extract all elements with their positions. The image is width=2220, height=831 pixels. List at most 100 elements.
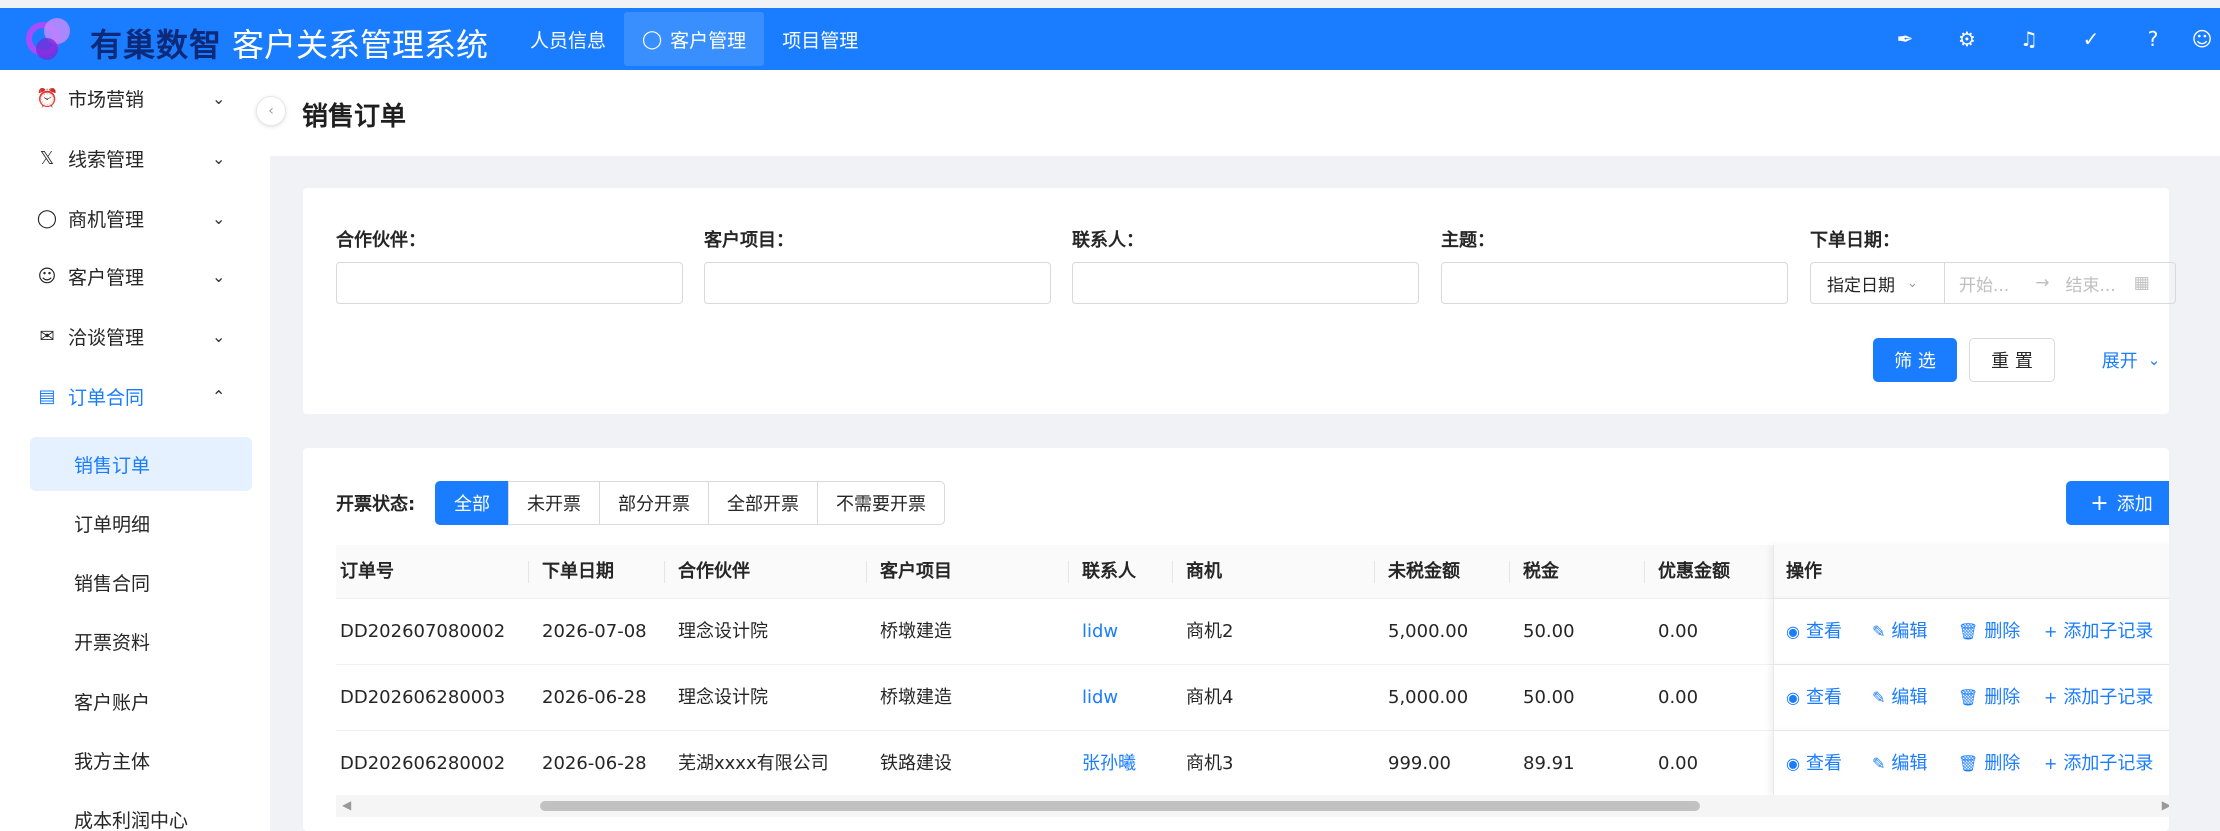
sidebar-subitem-sales-orders[interactable]: 销售订单: [30, 437, 252, 491]
add-order-button[interactable]: + 添加: [2066, 481, 2169, 525]
edit-button[interactable]: ✎ 编辑: [1872, 665, 1927, 731]
cell-order-date: 2026-06-28: [542, 753, 647, 774]
brand[interactable]: 有巢数智: [22, 14, 221, 64]
cell-discount: 0.00: [1658, 687, 1699, 708]
col-partner[interactable]: 合作伙伴: [664, 545, 750, 599]
col-label: 客户项目: [880, 561, 952, 582]
chevron-down-icon: ⌄: [212, 266, 226, 286]
nav-customer-management[interactable]: ◯ 客户管理: [624, 12, 765, 66]
document-icon: ▤: [38, 385, 56, 407]
sidebar-subitem-invoice-info[interactable]: 开票资料: [30, 614, 252, 668]
action-label: 删除: [1984, 753, 2021, 774]
col-project[interactable]: 客户项目: [866, 545, 952, 599]
cell-order-no: DD202607080002: [340, 621, 506, 642]
user-icon[interactable]: ☺: [2184, 27, 2220, 51]
scrollbar-thumb[interactable]: [540, 801, 1700, 811]
delete-button[interactable]: 🗑 删除: [1958, 665, 2020, 731]
scroll-right-icon[interactable]: ▶: [2162, 798, 2169, 812]
page-header: 销售订单: [270, 70, 2220, 156]
date-start-input[interactable]: 开始...: [1959, 271, 2009, 296]
broom-icon[interactable]: ✒: [1874, 27, 1936, 51]
sidebar-subitem-customer-accounts[interactable]: 客户账户: [30, 674, 252, 728]
col-untaxed-amount[interactable]: 未税金额: [1374, 545, 1460, 599]
view-button[interactable]: ◉ 查看: [1786, 665, 1842, 731]
add-subrecord-button[interactable]: + 添加子记录: [2044, 599, 2153, 665]
help-icon[interactable]: ?: [2122, 27, 2184, 51]
cell-contact-link[interactable]: lidw: [1078, 665, 1118, 731]
horizontal-scrollbar[interactable]: ◀ ▶: [336, 795, 2169, 817]
cell-order-date: 2026-07-08: [542, 621, 647, 642]
date-type-select[interactable]: 指定日期 ⌄: [1811, 263, 1945, 303]
date-end-input[interactable]: 结束...: [2065, 271, 2115, 296]
invoice-status-partial[interactable]: 部分开票: [599, 481, 709, 525]
invoice-status-not-required[interactable]: 不需要开票: [817, 481, 945, 525]
project-input[interactable]: [704, 262, 1051, 304]
sidebar-subitem-sales-contracts[interactable]: 销售合同: [30, 555, 252, 609]
trash-icon: 🗑: [1958, 688, 1979, 707]
delete-button[interactable]: 🗑 删除: [1958, 599, 2020, 665]
invoice-status-not-invoiced[interactable]: 未开票: [508, 481, 600, 525]
col-order-date[interactable]: 下单日期: [528, 545, 614, 599]
sidebar: ⏰ 市场营销 ⌄ 𝕏 线索管理 ⌄ ◯ 商机管理 ⌄ ☺ 客户管理 ⌄ ✉ 洽谈管理 ⌄ ▤ 订单合同…: [0, 70, 270, 831]
gear-icon[interactable]: ⚙: [1936, 27, 1998, 51]
sidebar-item-leads[interactable]: 𝕏 线索管理 ⌄: [0, 130, 270, 186]
contact-input[interactable]: [1072, 262, 1419, 304]
invoice-status-full[interactable]: 全部开票: [708, 481, 818, 525]
sidebar-subitem-cost-profit-center[interactable]: 成本利润中心: [30, 792, 252, 831]
sidebar-item-opportunities[interactable]: ◯ 商机管理 ⌄: [0, 190, 270, 246]
view-button[interactable]: ◉ 查看: [1786, 599, 1842, 665]
reset-button[interactable]: 重 置: [1969, 338, 2055, 382]
sidebar-item-customers[interactable]: ☺ 客户管理 ⌄: [0, 248, 270, 304]
col-order-no[interactable]: 订单号: [336, 545, 394, 599]
subject-input[interactable]: [1441, 262, 1788, 304]
col-label: 合作伙伴: [678, 561, 750, 582]
user-icon: ☺: [37, 265, 57, 287]
nav-label: 人员信息: [530, 29, 607, 52]
invoice-status-all[interactable]: 全部: [435, 481, 509, 525]
system-title: 客户关系管理系统: [232, 26, 489, 64]
nav-project-management[interactable]: 项目管理: [764, 12, 876, 66]
cell-partner: 理念设计院: [678, 687, 768, 708]
sidebar-collapse-button[interactable]: ‹: [256, 96, 286, 126]
nav-personnel-info[interactable]: 人员信息: [512, 12, 624, 66]
alarm-icon: ⏰: [36, 87, 59, 109]
edit-button[interactable]: ✎ 编辑: [1872, 599, 1927, 665]
calendar-icon[interactable]: ▦: [2134, 273, 2150, 293]
action-label: 添加子记录: [2063, 753, 2154, 774]
col-opportunity[interactable]: 商机: [1172, 545, 1222, 599]
sidebar-item-orders-contracts[interactable]: ▤ 订单合同 ⌃: [0, 368, 270, 424]
cell-tax: 89.91: [1523, 753, 1575, 774]
chat-icon: ✉: [39, 325, 55, 347]
edit-button[interactable]: ✎ 编辑: [1872, 731, 1927, 797]
col-contact[interactable]: 联系人: [1068, 545, 1136, 599]
action-label: 删除: [1984, 687, 2021, 708]
sidebar-subitem-our-entities[interactable]: 我方主体: [30, 733, 252, 787]
sidebar-subitem-order-details[interactable]: 订单明细: [30, 496, 252, 550]
add-subrecord-button[interactable]: + 添加子记录: [2044, 665, 2153, 731]
row-actions: ◉ 查看 ✎ 编辑 🗑 删除 + 添加子记录: [1773, 665, 2169, 730]
cell-project: 桥墩建造: [880, 621, 952, 642]
filter-button[interactable]: 筛 选: [1873, 338, 1957, 382]
header-actions: ✒ ⚙ ♫ ✓ ? ☺: [1874, 8, 2220, 70]
cell-contact-link[interactable]: lidw: [1078, 599, 1118, 665]
date-type-value: 指定日期: [1827, 275, 1895, 296]
cell-untaxed-amount: 5,000.00: [1388, 621, 1469, 642]
view-button[interactable]: ◉ 查看: [1786, 731, 1842, 797]
sidebar-item-negotiations[interactable]: ✉ 洽谈管理 ⌄: [0, 308, 270, 364]
add-subrecord-button[interactable]: + 添加子记录: [2044, 731, 2153, 797]
partner-input[interactable]: [336, 262, 683, 304]
bell-icon[interactable]: ♫: [1998, 27, 2060, 51]
delete-button[interactable]: 🗑 删除: [1958, 731, 2020, 797]
plus-icon: +: [2090, 490, 2109, 516]
expand-button[interactable]: 展开 ⌄: [2083, 338, 2179, 382]
sidebar-item-marketing[interactable]: ⏰ 市场营销 ⌄: [0, 70, 270, 126]
scroll-left-icon[interactable]: ◀: [342, 798, 351, 812]
col-tax[interactable]: 税金: [1509, 545, 1559, 599]
cell-order-no: DD202606280003: [340, 687, 506, 708]
pencil-icon: ✎: [1872, 622, 1886, 641]
action-label: 编辑: [1891, 753, 1928, 774]
x-icon: 𝕏: [39, 147, 55, 169]
cell-contact-link[interactable]: 张孙曦: [1078, 731, 1136, 797]
check-circle-icon[interactable]: ✓: [2060, 27, 2122, 51]
col-discount[interactable]: 优惠金额: [1644, 545, 1730, 599]
